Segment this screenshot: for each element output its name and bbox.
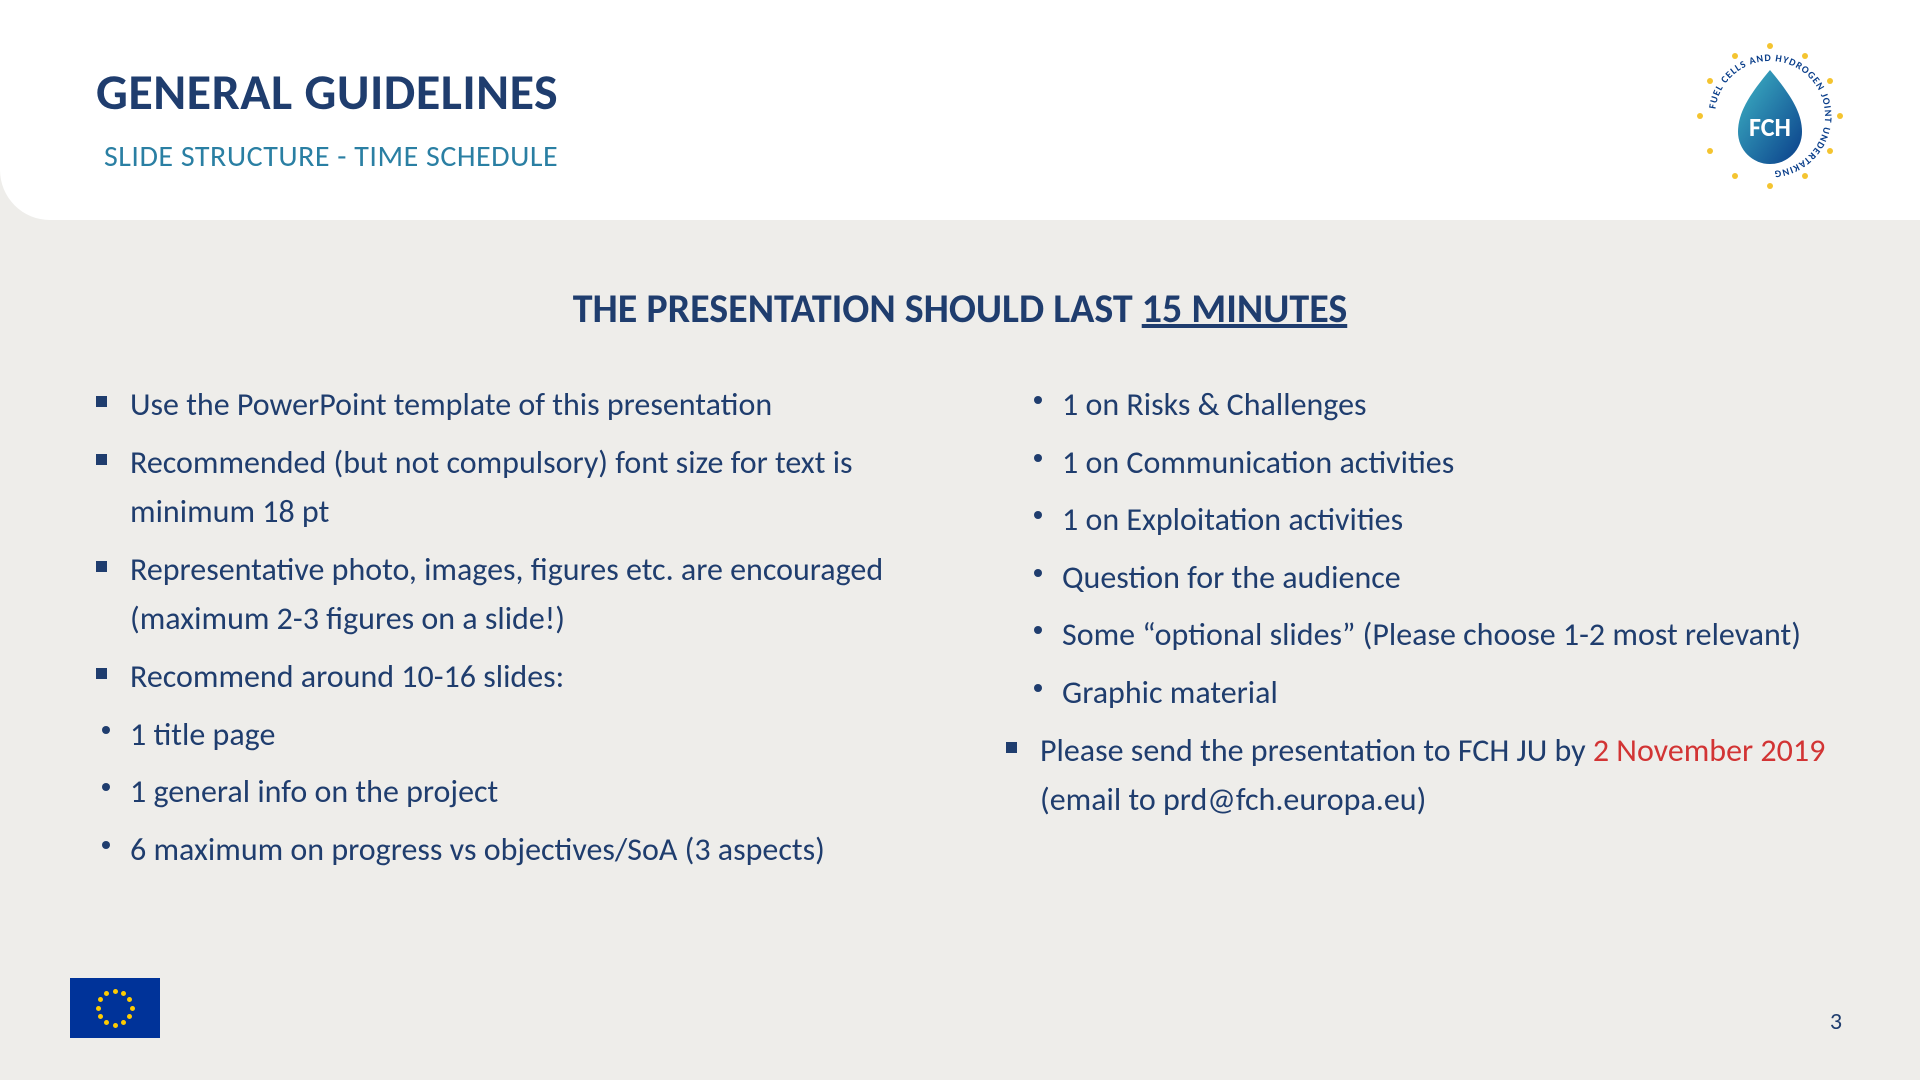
deadline-item: Please send the presentation to FCH JU b… bbox=[1006, 726, 1846, 825]
page-number: 3 bbox=[1830, 1007, 1842, 1036]
list-item: 6 maximum on progress vs objectives/SoA … bbox=[96, 825, 936, 875]
slide: GENERAL GUIDELINES SLIDE STRUCTURE - TIM… bbox=[0, 0, 1920, 1080]
left-list: Use the PowerPoint template of this pres… bbox=[96, 380, 936, 874]
left-column: Use the PowerPoint template of this pres… bbox=[96, 380, 936, 882]
list-item: Question for the audience bbox=[1006, 553, 1846, 603]
right-list: 1 on Risks & Challenges 1 on Communicatio… bbox=[1006, 380, 1846, 825]
list-item: 1 on Exploitation activities bbox=[1006, 495, 1846, 545]
eu-flag-icon bbox=[70, 978, 160, 1038]
fch-logo: FUEL CELLS AND HYDROGEN JOINT UNDERTAKIN… bbox=[1690, 36, 1850, 196]
slide-header: GENERAL GUIDELINES SLIDE STRUCTURE - TIM… bbox=[0, 0, 1920, 220]
duration-prefix: THE PRESENTATION SHOULD LAST bbox=[573, 284, 1142, 333]
deadline-email: (email to prd@fch.europa.eu) bbox=[1040, 780, 1426, 819]
right-column: 1 on Risks & Challenges 1 on Communicatio… bbox=[1006, 380, 1846, 882]
list-item: 1 on Risks & Challenges bbox=[1006, 380, 1846, 430]
duration-value: 15 MINUTES bbox=[1142, 284, 1348, 333]
list-item: 1 general info on the project bbox=[96, 767, 936, 817]
duration-heading: THE PRESENTATION SHOULD LAST 15 MINUTES bbox=[0, 284, 1920, 333]
list-item: Recommended (but not compulsory) font si… bbox=[96, 438, 936, 537]
page-title: GENERAL GUIDELINES bbox=[96, 62, 558, 123]
list-item: Recommend around 10-16 slides: bbox=[96, 652, 936, 702]
list-item: Use the PowerPoint template of this pres… bbox=[96, 380, 936, 430]
list-item: 1 title page bbox=[96, 710, 936, 760]
list-item: Representative photo, images, figures et… bbox=[96, 545, 936, 644]
deadline-date: 2 November 2019 bbox=[1593, 731, 1825, 770]
list-item: Graphic material bbox=[1006, 668, 1846, 718]
svg-text:FCH: FCH bbox=[1749, 111, 1791, 143]
content-columns: Use the PowerPoint template of this pres… bbox=[96, 380, 1846, 882]
list-item: Some “optional slides” (Please choose 1-… bbox=[1006, 610, 1846, 660]
page-subtitle: SLIDE STRUCTURE - TIME SCHEDULE bbox=[104, 138, 558, 175]
deadline-prefix: Please send the presentation to FCH JU b… bbox=[1040, 731, 1593, 770]
list-item: 1 on Communication activities bbox=[1006, 438, 1846, 488]
